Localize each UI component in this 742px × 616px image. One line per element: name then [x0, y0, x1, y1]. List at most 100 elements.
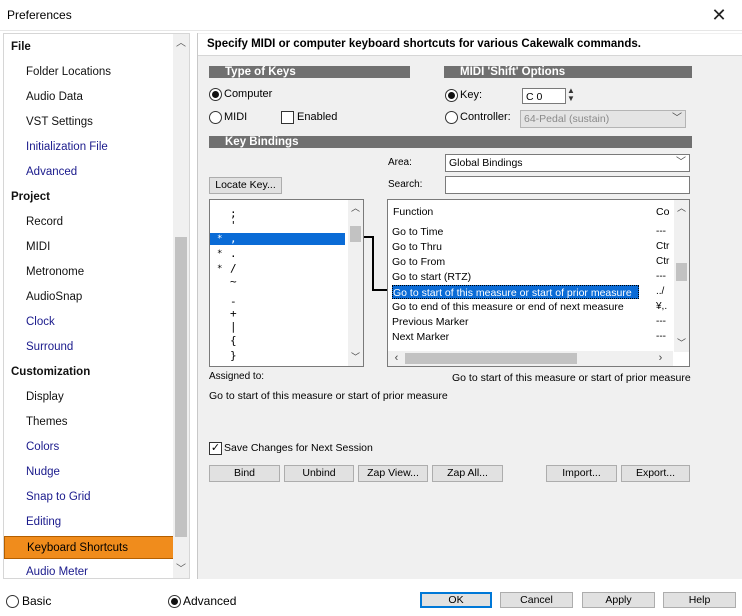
sidebar-item-midi[interactable]: MIDI: [4, 236, 175, 259]
key-label: }: [230, 349, 237, 362]
function-list-item[interactable]: Previous Marker: [392, 315, 639, 329]
enabled-label: Enabled: [297, 111, 338, 123]
sidebar-item-display[interactable]: Display: [4, 386, 175, 409]
bind-button[interactable]: Bind: [209, 465, 280, 482]
functions-hscrollbar[interactable]: ‹ ›: [388, 351, 673, 366]
key-value-field[interactable]: C 0: [522, 88, 566, 104]
function-list-item[interactable]: Go to Thru: [392, 240, 639, 254]
chevron-down-icon[interactable]: ﹀: [676, 155, 686, 171]
sidebar-item-editing[interactable]: Editing: [4, 511, 175, 534]
area-select[interactable]: Global Bindings ﹀: [445, 154, 690, 172]
unbind-button[interactable]: Unbind: [284, 465, 354, 482]
chevron-down-icon[interactable]: ﹀: [674, 336, 689, 351]
sidebar-item-initialization-file[interactable]: Initialization File: [4, 136, 175, 159]
sidebar-item-snap-to-grid[interactable]: Snap to Grid: [4, 486, 175, 509]
sidebar-item-keyboard-shortcuts[interactable]: Keyboard Shortcuts: [4, 536, 175, 559]
code-column-header[interactable]: Co: [656, 206, 669, 218]
function-list-item[interactable]: Go to end of this measure or end of next…: [392, 300, 639, 314]
panel-header: Specify MIDI or computer keyboard shortc…: [198, 34, 742, 56]
key-list-item[interactable]: |: [210, 321, 345, 333]
sidebar-group-file[interactable]: File: [4, 36, 175, 59]
spin-arrows-icon[interactable]: ▲ ▼: [567, 87, 575, 103]
sidebar-item-vst-settings[interactable]: VST Settings: [4, 111, 175, 134]
key-list-item[interactable]: *.: [210, 248, 345, 260]
key-bound-mark: *: [217, 249, 223, 259]
cancel-button[interactable]: Cancel: [500, 592, 573, 608]
sidebar-item-audio-data[interactable]: Audio Data: [4, 86, 175, 109]
chevron-left-icon[interactable]: ‹: [389, 351, 404, 366]
keys-scrollbar[interactable]: ︿ ﹀: [348, 200, 363, 366]
function-column-header[interactable]: Function: [393, 206, 433, 218]
key-list-item[interactable]: {: [210, 335, 345, 347]
sidebar-item-themes[interactable]: Themes: [4, 411, 175, 434]
sidebar-item-audio-meter[interactable]: Audio Meter: [4, 561, 175, 578]
functions-list[interactable]: Function Co Go to Time --- Go to Thru Ctr Go…: [387, 199, 690, 367]
key-radio[interactable]: [445, 89, 458, 102]
function-list-item[interactable]: Go to From: [392, 255, 639, 269]
sidebar-item-audiosnap[interactable]: AudioSnap: [4, 286, 175, 309]
function-list-item[interactable]: Go to start of this measure or start of …: [392, 285, 639, 299]
key-list-item[interactable]: ': [210, 220, 345, 232]
search-input[interactable]: [445, 176, 690, 194]
sidebar-item-nudge[interactable]: Nudge: [4, 461, 175, 484]
chevron-up-icon[interactable]: ︿: [173, 36, 189, 52]
key-list-item[interactable]: }: [210, 350, 345, 362]
sidebar-item-clock[interactable]: Clock: [4, 311, 175, 334]
import-button[interactable]: Import...: [546, 465, 617, 482]
zap-all-button[interactable]: Zap All...: [432, 465, 503, 482]
sidebar-item-folder-locations[interactable]: Folder Locations: [4, 61, 175, 84]
sidebar-item-record[interactable]: Record: [4, 211, 175, 234]
close-icon[interactable]: ✕: [696, 0, 742, 31]
sidebar-item-colors[interactable]: Colors: [4, 436, 175, 459]
key-label: .: [230, 247, 237, 260]
assigned-to-value: Go to start of this measure or start of …: [209, 390, 448, 402]
locate-key-button[interactable]: Locate Key...: [209, 177, 282, 194]
binding-connector-vertical: [372, 236, 374, 291]
sidebar-item-surround[interactable]: Surround: [4, 336, 175, 359]
key-label: |: [230, 320, 237, 333]
help-button[interactable]: Help: [663, 592, 736, 608]
chevron-up-icon[interactable]: ︿: [348, 201, 363, 216]
chevron-up-icon[interactable]: ︿: [674, 201, 689, 216]
function-list-item[interactable]: Next Marker: [392, 330, 639, 344]
chevron-right-icon[interactable]: ›: [653, 351, 668, 366]
chevron-down-icon[interactable]: ﹀: [348, 350, 363, 365]
key-list-item[interactable]: * /: [210, 263, 345, 275]
sidebar-item-advanced[interactable]: Advanced: [4, 161, 175, 184]
computer-label: Computer: [224, 88, 273, 100]
keys-list[interactable]: ; ' *, *. * / ~ - + |{} ︿ ﹀: [209, 199, 364, 367]
function-list-item[interactable]: Go to Time: [392, 225, 639, 239]
save-changes-checkbox[interactable]: ✓: [209, 442, 222, 455]
key-list-item[interactable]: +: [210, 308, 345, 320]
export-button[interactable]: Export...: [621, 465, 690, 482]
apply-button[interactable]: Apply: [582, 592, 655, 608]
computer-radio[interactable]: [209, 88, 222, 101]
sidebar-scroll-thumb[interactable]: [175, 237, 187, 537]
functions-vscroll-thumb[interactable]: [676, 263, 687, 281]
sidebar-group-customization[interactable]: Customization: [4, 361, 175, 384]
key-label: ,: [230, 232, 237, 245]
controller-radio[interactable]: [445, 111, 458, 124]
key-label: +: [230, 307, 237, 320]
basic-radio[interactable]: [6, 595, 19, 608]
ok-button[interactable]: OK: [420, 592, 492, 608]
functions-vscrollbar[interactable]: ︿ ﹀: [674, 200, 689, 352]
enabled-checkbox[interactable]: [281, 111, 294, 124]
chevron-down-icon[interactable]: ﹀: [173, 562, 189, 578]
checkmark-icon: ✓: [210, 442, 221, 454]
key-list-item[interactable]: ~: [210, 276, 345, 288]
key-list-item[interactable]: *,: [210, 233, 345, 245]
advanced-radio[interactable]: [168, 595, 181, 608]
search-label: Search:: [388, 179, 423, 190]
keys-scroll-thumb[interactable]: [350, 226, 361, 242]
function-list-item[interactable]: Go to start (RTZ): [392, 270, 639, 284]
sidebar-scrollbar[interactable]: ︿ ﹀: [173, 34, 189, 578]
save-changes-label: Save Changes for Next Session: [224, 442, 373, 454]
functions-hscroll-thumb[interactable]: [405, 353, 577, 364]
zap-view-button[interactable]: Zap View...: [358, 465, 428, 482]
sidebar-item-metronome[interactable]: Metronome: [4, 261, 175, 284]
midi-shift-header: MIDI 'Shift' Options: [444, 66, 692, 78]
midi-radio[interactable]: [209, 111, 222, 124]
sidebar-group-project[interactable]: Project: [4, 186, 175, 209]
assigned-to-label: Assigned to:: [209, 371, 265, 382]
